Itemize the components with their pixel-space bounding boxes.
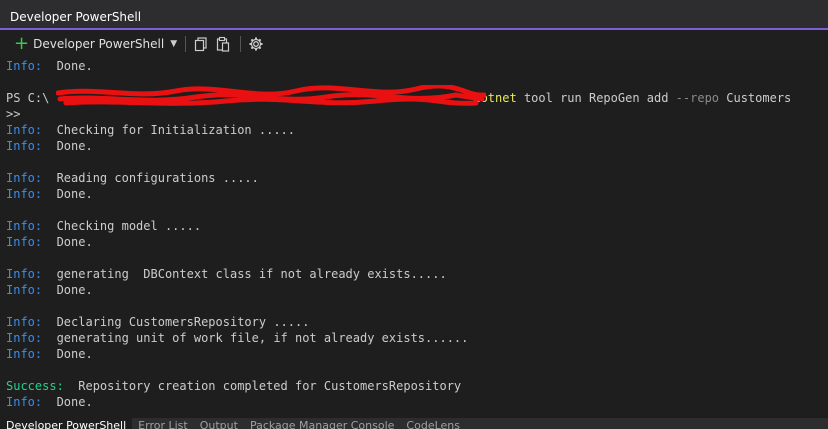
bottom-tab[interactable]: Error List [132,418,194,429]
info-tag: Info: [6,347,43,361]
terminal-line: Info: Done. [6,58,824,74]
redaction-scribble [56,85,486,106]
terminal-line: Info: Done. [6,138,824,154]
command-args: Customers [719,91,792,105]
log-message: Declaring CustomersRepository ..... [42,315,310,329]
terminal-line: Info: Declaring CustomersRepository ....… [6,314,824,330]
log-message: Checking model ..... [42,219,202,233]
log-message: Repository creation completed for Custom… [63,379,462,393]
command-param: --repo [675,91,720,105]
toolbar-divider [185,36,187,52]
info-tag: Info: [6,171,43,185]
new-terminal-dropdown[interactable]: + Developer PowerShell ▼ [0,33,181,55]
gear-icon[interactable] [247,35,265,53]
log-message: Done. [42,395,93,409]
log-message: Done. [42,187,93,201]
terminal-line: Info: Reading configurations ..... [6,170,824,186]
terminal-line: Info: Done. [6,394,824,410]
log-message: Done. [42,59,93,73]
terminal-line: Info: Done. [6,234,824,250]
terminal-output[interactable]: Info: Done. PS C:\ dotnet tool run RepoGen… [6,58,824,418]
terminal-line: Success: Repository creation completed f… [6,378,824,394]
log-message: Done. [42,139,93,153]
new-terminal-label: Developer PowerShell [33,37,165,51]
bottom-tab[interactable]: Developer PowerShell [0,418,133,429]
log-message: Checking for Initialization ..... [42,123,295,137]
prompt-path: PS C:\ [6,91,50,105]
log-message: generating DBContext class if not alread… [42,267,447,281]
info-tag: Info: [6,315,43,329]
bottom-tab[interactable]: CodeLens [400,418,466,429]
bottom-tab[interactable]: Package Manager Console [244,418,400,429]
log-message: Reading configurations ..... [42,171,259,185]
toolbar-divider [240,36,242,52]
plus-icon[interactable]: + [14,35,29,53]
paste-icon[interactable] [214,35,232,53]
log-message: Done. [42,283,93,297]
continuation-prompt: >> [6,107,21,121]
terminal-toolbar: + Developer PowerShell ▼ [0,30,828,58]
window-title: Developer PowerShell [10,10,142,24]
info-tag: Info: [6,187,43,201]
info-tag: Info: [6,267,43,281]
log-message: Done. [42,347,93,361]
terminal-line: Info: generating unit of work file, if n… [6,330,824,346]
copy-icon[interactable] [192,35,210,53]
info-tag: Info: [6,123,43,137]
terminal-line: Info: Done. [6,346,824,362]
info-tag: Info: [6,235,43,249]
terminal-line: Info: Checking model ..... [6,218,824,234]
title-bar: Developer PowerShell [0,0,828,30]
info-tag: Info: [6,139,43,153]
terminal-line: Info: Checking for Initialization ..... [6,122,824,138]
chevron-down-icon[interactable]: ▼ [170,39,177,49]
terminal-line: Info: Done. [6,282,824,298]
terminal-line: Info: Done. [6,186,824,202]
log-message: generating unit of work file, if not alr… [42,331,469,345]
log-message: Done. [42,235,93,249]
info-tag: Info: [6,331,43,345]
terminal-line: Info: generating DBContext class if not … [6,266,824,282]
info-tag: Info: [6,219,43,233]
bottom-tab[interactable]: Output [194,418,244,429]
command-args: tool run RepoGen add [523,91,676,105]
terminal-line: PS C:\ dotnet tool run RepoGen add --repo… [6,85,824,106]
info-tag: Info: [6,395,43,409]
success-tag: Success: [6,379,64,393]
info-tag: Info: [6,59,43,73]
bottom-tool-tabs: Developer PowerShell Error List Output Pack… [0,418,828,429]
info-tag: Info: [6,283,43,297]
